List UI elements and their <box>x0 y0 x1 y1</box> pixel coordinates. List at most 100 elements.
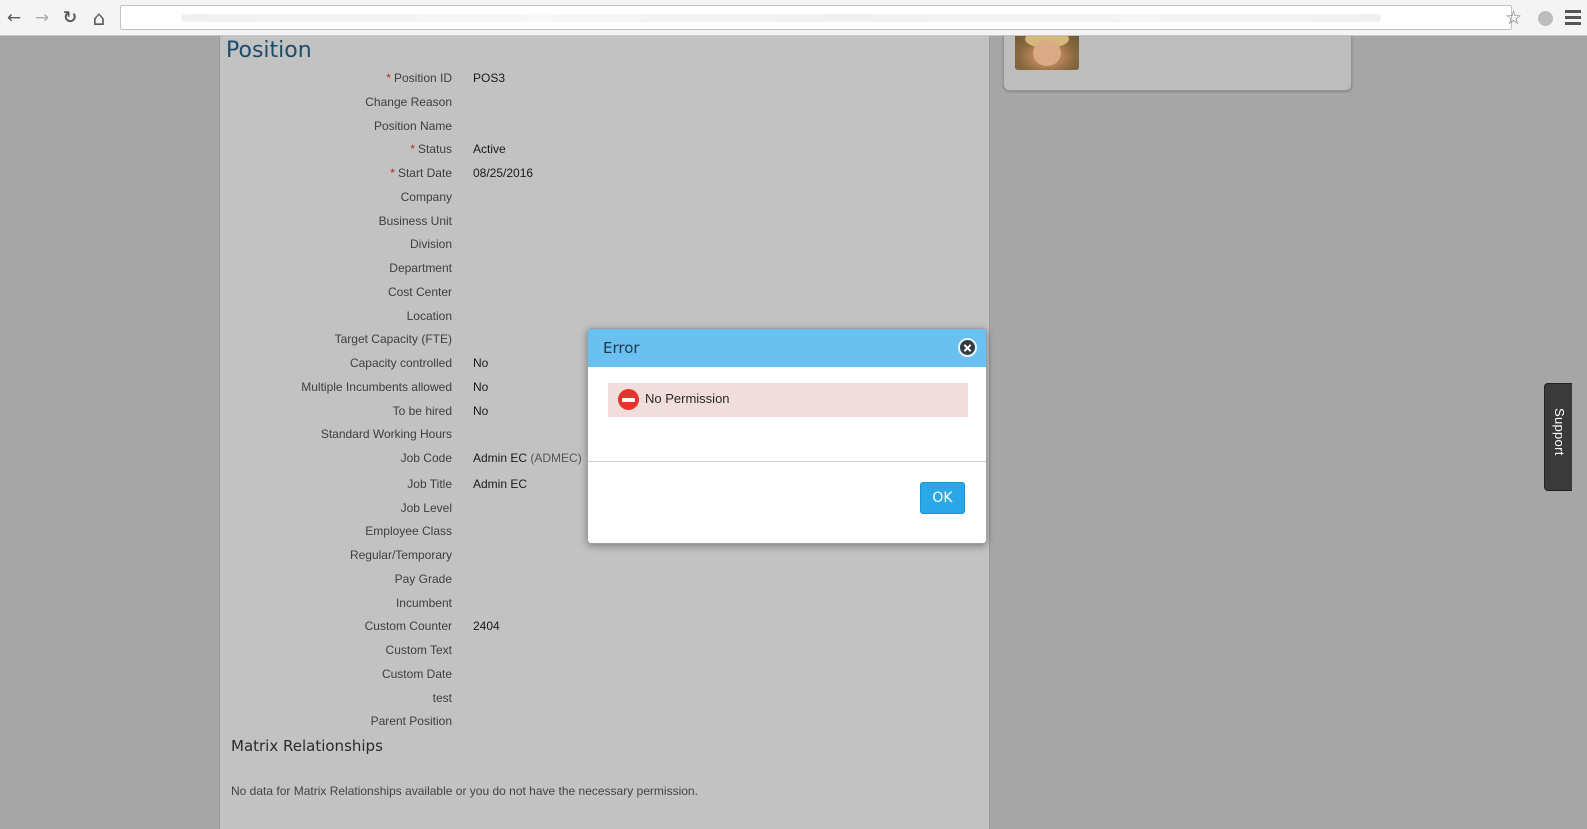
field-row: * Start Date 08/25/2016 <box>220 163 980 183</box>
field-label-text: Position ID <box>393 71 452 85</box>
error-dialog: Error No Permission OK <box>587 328 987 544</box>
field-label: Job Level <box>401 501 452 515</box>
field-label-text: Change Reason <box>365 94 452 109</box>
extension-icon[interactable] <box>1538 11 1553 26</box>
bookmark-star-icon[interactable]: ☆ <box>1505 7 1522 29</box>
dialog-title: Error <box>603 339 640 357</box>
field-label: Company <box>401 190 452 204</box>
field-label: Standard Working Hours <box>321 427 452 441</box>
field-row: Division <box>220 234 980 254</box>
field-label-text: Job Title <box>407 476 452 491</box>
close-icon[interactable] <box>958 338 977 357</box>
field-label-text: Job Code <box>400 451 452 465</box>
field-row: Department <box>220 258 980 278</box>
required-marker: * <box>410 142 415 157</box>
field-label: Location <box>407 309 452 323</box>
field-label: Employee Class <box>365 524 452 538</box>
field-row: Change Reason <box>220 92 980 112</box>
reload-icon[interactable]: ↻ <box>60 8 80 28</box>
no-entry-icon <box>618 389 639 410</box>
dialog-divider <box>588 461 986 462</box>
field-label-text: Cost Center <box>387 284 452 299</box>
field-value-text: Admin EC <box>473 451 528 465</box>
field-value: No <box>473 356 488 370</box>
field-label: Custom Counter <box>365 619 452 633</box>
field-label-text: Status <box>417 142 452 157</box>
field-label-text: Target Capacity (FTE) <box>334 332 452 347</box>
field-value-text: Admin EC <box>473 476 528 491</box>
field-label-text: Pay Grade <box>394 571 452 586</box>
field-label-text: test <box>432 690 452 705</box>
field-label-text: Incumbent <box>395 595 452 610</box>
field-value-text: 2404 <box>473 619 500 634</box>
field-value: Admin EC (ADMEC) <box>473 451 582 465</box>
field-label: Parent Position <box>371 714 452 728</box>
field-label: Division <box>410 237 452 251</box>
field-label: Change Reason <box>365 95 452 109</box>
required-marker: * <box>386 71 391 85</box>
field-row: Regular/Temporary <box>220 545 980 565</box>
section-title: Position <box>226 38 312 63</box>
field-value: POS3 <box>473 71 505 85</box>
matrix-relationships-note: No data for Matrix Relationships availab… <box>231 784 698 798</box>
address-bar[interactable] <box>120 5 1512 30</box>
field-row: Incumbent <box>220 593 980 613</box>
field-label-text: Capacity controlled <box>349 356 452 370</box>
field-label: Job Title <box>407 477 452 491</box>
field-label: Cost Center <box>388 285 452 299</box>
forward-arrow-icon[interactable]: → <box>32 8 52 28</box>
field-row: test <box>220 688 980 708</box>
field-value-text: No <box>473 379 489 394</box>
field-row: Custom Text <box>220 640 980 660</box>
field-row: Cost Center <box>220 282 980 302</box>
field-label-text: To be hired <box>392 403 452 418</box>
field-label-text: Location <box>406 308 452 323</box>
dialog-header: Error <box>588 329 986 367</box>
browser-toolbar: ← → ↻ ⌂ ☆ <box>0 0 1587 36</box>
address-text-redacted <box>181 14 1381 22</box>
field-row: Parent Position <box>220 711 980 731</box>
field-label: Custom Date <box>382 667 452 681</box>
field-label: Custom Text <box>386 643 452 657</box>
field-value: 2404 <box>473 619 500 633</box>
support-tab[interactable]: Support <box>1544 383 1572 491</box>
field-label: * Status <box>410 142 452 156</box>
field-label: Target Capacity (FTE) <box>335 332 452 346</box>
home-icon[interactable]: ⌂ <box>89 8 109 28</box>
required-marker: * <box>390 166 395 180</box>
job-code-id: (ADMEC) <box>530 451 582 465</box>
field-label-text: Parent Position <box>370 714 452 729</box>
field-row: Position Name <box>220 116 980 136</box>
field-label-text: Company <box>400 189 452 204</box>
field-label: * Start Date <box>390 166 452 180</box>
field-label: Pay Grade <box>395 572 452 586</box>
ok-button[interactable]: OK <box>920 482 965 514</box>
back-arrow-icon[interactable]: ← <box>4 8 24 28</box>
field-row: Pay Grade <box>220 569 980 589</box>
browser-menu-icon[interactable] <box>1565 10 1581 28</box>
field-label-text: Job Level <box>400 500 452 515</box>
field-row: Business Unit <box>220 211 980 231</box>
field-label-text: Position Name <box>373 118 452 133</box>
field-value: No <box>473 380 488 394</box>
field-label-text: Employee Class <box>365 524 452 539</box>
field-value-text: 08/25/2016 <box>473 166 534 180</box>
field-label-text: Business Unit <box>378 213 452 228</box>
field-label-text: Multiple Incumbents allowed <box>301 379 452 394</box>
field-value-text: No <box>473 403 489 418</box>
matrix-relationships-title: Matrix Relationships <box>231 737 383 755</box>
field-row: Custom Date <box>220 664 980 684</box>
field-label: Multiple Incumbents allowed <box>301 380 452 394</box>
field-label: test <box>433 691 452 705</box>
support-label: Support <box>1552 408 1567 456</box>
field-label-text: Department <box>389 261 452 275</box>
avatar[interactable] <box>1015 36 1079 70</box>
field-value-text: POS3 <box>473 71 506 85</box>
field-label: Job Code <box>401 451 452 465</box>
field-label: Regular/Temporary <box>350 548 452 562</box>
error-message: No Permission <box>645 391 730 406</box>
field-label-text: Regular/Temporary <box>349 548 452 562</box>
field-row: * Position ID POS3 <box>220 68 980 88</box>
field-value: Active <box>473 142 506 156</box>
field-label: Capacity controlled <box>350 356 452 370</box>
